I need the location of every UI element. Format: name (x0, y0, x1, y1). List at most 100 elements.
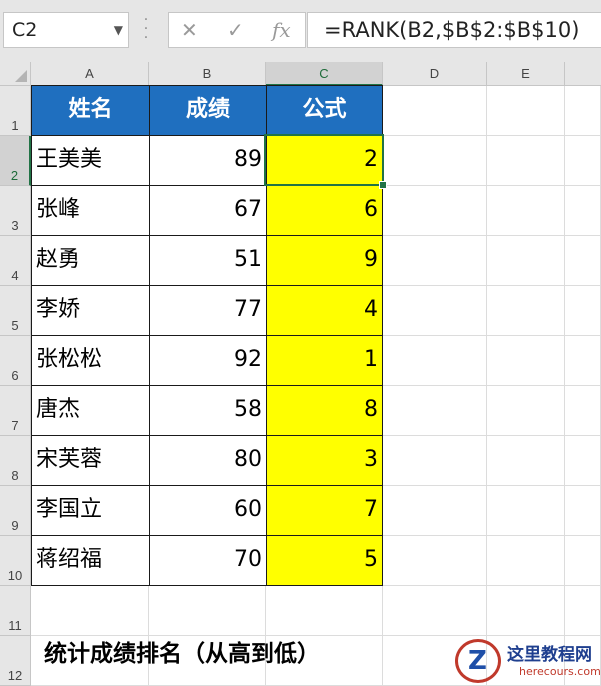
grid-cell[interactable] (487, 536, 565, 586)
grid-cell[interactable] (266, 586, 383, 636)
header-name[interactable]: 姓名 (31, 85, 150, 136)
cell-name[interactable]: 唐杰 (31, 385, 150, 436)
grid-cell[interactable] (383, 336, 487, 386)
cell-rank[interactable]: 2 (266, 135, 383, 186)
grid-cell[interactable] (383, 436, 487, 486)
row-header-8[interactable]: 8 (0, 436, 31, 486)
select-all-icon (15, 70, 27, 82)
cancel-icon[interactable]: ✕ (181, 18, 198, 42)
grid-cell[interactable] (383, 586, 487, 636)
grid-cell[interactable] (565, 536, 601, 586)
cell-rank[interactable]: 5 (266, 535, 383, 586)
watermark-url: herecours.com (519, 665, 601, 678)
column-header-b[interactable]: B (149, 62, 266, 86)
drag-handle-icon[interactable]: · · · (143, 13, 149, 45)
row-header-3[interactable]: 3 (0, 186, 31, 236)
cell-rank[interactable]: 6 (266, 185, 383, 236)
column-header-d[interactable]: D (383, 62, 487, 86)
grid-cell[interactable] (383, 286, 487, 336)
column-header-c[interactable]: C (266, 62, 383, 86)
cell-rank[interactable]: 7 (266, 485, 383, 536)
row-header-4[interactable]: 4 (0, 236, 31, 286)
logo-z-icon: Z (468, 646, 487, 676)
caption: 统计成绩排名（从高到低） (44, 641, 320, 667)
cell-score[interactable]: 51 (149, 235, 267, 286)
cell-rank[interactable]: 9 (266, 235, 383, 286)
name-box-value: C2 (12, 19, 38, 41)
row-header-7[interactable]: 7 (0, 386, 31, 436)
cell-score[interactable]: 92 (149, 335, 267, 386)
row-header-6[interactable]: 6 (0, 336, 31, 386)
grid-cell[interactable] (565, 286, 601, 336)
grid-cell[interactable] (565, 136, 601, 186)
cell-name[interactable]: 张峰 (31, 185, 150, 236)
cell-rank[interactable]: 1 (266, 335, 383, 386)
grid-cell[interactable] (383, 536, 487, 586)
column-header-f[interactable] (565, 62, 601, 86)
grid-cell[interactable] (565, 386, 601, 436)
grid-cell[interactable] (487, 186, 565, 236)
grid-cell[interactable] (487, 336, 565, 386)
cell-name[interactable]: 蒋绍福 (31, 535, 150, 586)
grid-cell[interactable] (565, 186, 601, 236)
select-all-button[interactable] (0, 62, 31, 86)
header-score[interactable]: 成绩 (149, 85, 267, 136)
grid-cell[interactable] (565, 336, 601, 386)
grid-cell[interactable] (565, 236, 601, 286)
cell-score[interactable]: 60 (149, 485, 267, 536)
row-header-1[interactable]: 1 (0, 86, 31, 136)
cell-score[interactable]: 67 (149, 185, 267, 236)
row-header-9[interactable]: 9 (0, 486, 31, 536)
cell-score[interactable]: 58 (149, 385, 267, 436)
cell-name[interactable]: 李娇 (31, 285, 150, 336)
grid-cell[interactable] (487, 86, 565, 136)
grid-cell[interactable] (487, 286, 565, 336)
formula-input[interactable]: =RANK(B2,$B$2:$B$10) (307, 12, 601, 48)
grid-cell[interactable] (487, 136, 565, 186)
grid-cell[interactable] (383, 86, 487, 136)
check-icon[interactable]: ✓ (227, 18, 244, 42)
row-header-10[interactable]: 10 (0, 536, 31, 586)
grid-cell[interactable] (383, 486, 487, 536)
cell-rank[interactable]: 8 (266, 385, 383, 436)
cell-name[interactable]: 李国立 (31, 485, 150, 536)
cell-name[interactable]: 张松松 (31, 335, 150, 386)
grid-cell[interactable] (565, 436, 601, 486)
chevron-down-icon[interactable]: ▼ (114, 23, 123, 37)
name-box[interactable]: C2 ▼ (3, 12, 129, 48)
row-header-12[interactable]: 12 (0, 636, 31, 686)
cell-score[interactable]: 80 (149, 435, 267, 486)
column-header-e[interactable]: E (487, 62, 565, 86)
cell-score[interactable]: 77 (149, 285, 267, 336)
grid-cell[interactable] (383, 186, 487, 236)
grid-cell[interactable] (31, 586, 149, 636)
cell-rank[interactable]: 4 (266, 285, 383, 336)
grid-cell[interactable] (487, 236, 565, 286)
grid-cell[interactable] (487, 586, 565, 636)
header-formula[interactable]: 公式 (266, 85, 383, 136)
cell-score[interactable]: 70 (149, 535, 267, 586)
cell-score[interactable]: 89 (149, 135, 267, 186)
cell-name[interactable]: 王美美 (31, 135, 150, 186)
fill-handle[interactable] (379, 181, 387, 189)
row-header-11[interactable]: 11 (0, 586, 31, 636)
grid-cell[interactable] (565, 86, 601, 136)
grid-cell[interactable] (565, 586, 601, 636)
cell-name[interactable]: 赵勇 (31, 235, 150, 286)
grid-cell[interactable] (383, 236, 487, 286)
grid-cell[interactable] (383, 386, 487, 436)
column-header-a[interactable]: A (31, 62, 149, 86)
row-header-2[interactable]: 2 (0, 136, 31, 186)
grid-cell[interactable] (565, 486, 601, 536)
row-header-5[interactable]: 5 (0, 286, 31, 336)
cell-rank[interactable]: 3 (266, 435, 383, 486)
cell-name[interactable]: 宋芙蓉 (31, 435, 150, 486)
grid-cell[interactable] (487, 436, 565, 486)
fx-icon[interactable]: fx (272, 18, 291, 42)
watermark-title: 这里教程网 (507, 645, 592, 665)
formula-buttons: ✕ ✓ fx (168, 12, 306, 48)
grid-cell[interactable] (149, 586, 266, 636)
grid-cell[interactable] (487, 486, 565, 536)
grid-cell[interactable] (383, 136, 487, 186)
grid-cell[interactable] (487, 386, 565, 436)
